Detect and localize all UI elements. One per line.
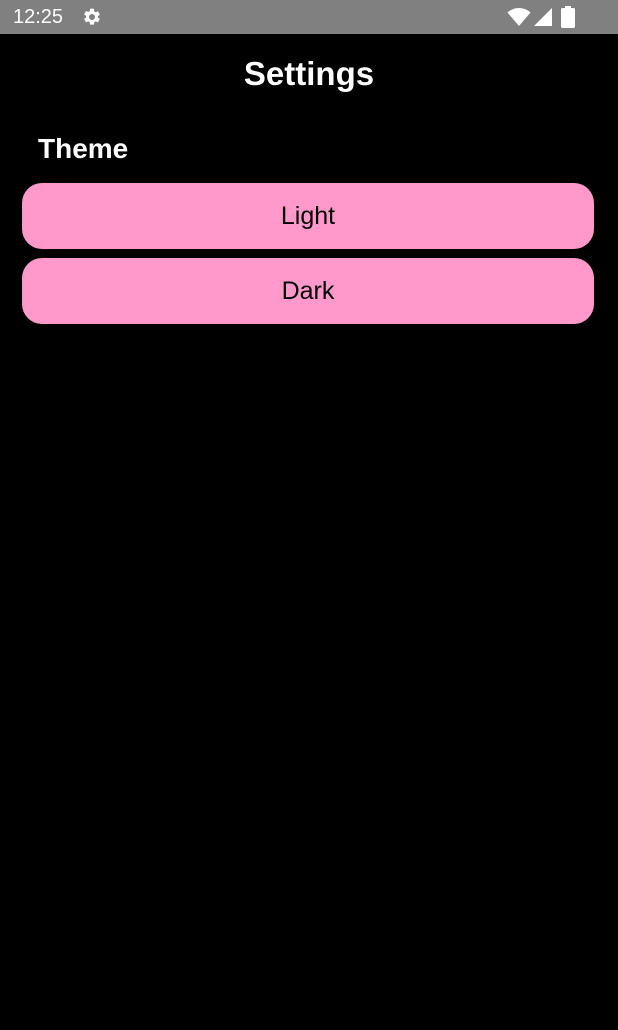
settings-screen: 12:25 Settings Theme Light Dark (0, 0, 618, 1030)
wifi-icon (507, 7, 531, 27)
light-theme-button[interactable]: Light (22, 183, 594, 249)
status-bar: 12:25 (0, 0, 618, 34)
dark-theme-button[interactable]: Dark (22, 258, 594, 324)
theme-section-label: Theme (38, 133, 129, 164)
gear-icon (82, 7, 102, 27)
signal-icon (533, 7, 553, 27)
page-title: Settings (243, 55, 375, 92)
status-time: 12:25 (13, 6, 64, 28)
battery-icon (561, 6, 575, 28)
